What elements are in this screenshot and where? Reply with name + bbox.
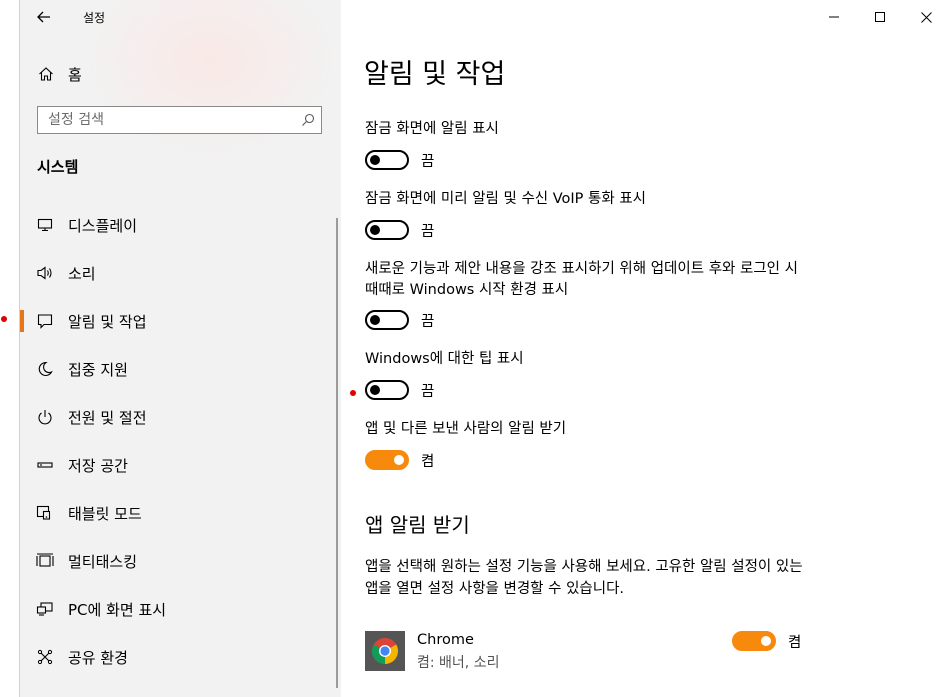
toggle-knob: [370, 315, 380, 325]
sidebar-item-label: 저장 공간: [68, 456, 128, 475]
app-notifications-toggle[interactable]: [365, 450, 409, 470]
section-description: 앱을 선택해 원하는 설정 기능을 사용해 보세요. 고유한 알림 설정이 있는…: [365, 559, 803, 597]
app-name: Chrome: [417, 632, 474, 648]
setting-label: 잠금 화면에 알림 표시: [365, 121, 499, 137]
sidebar-item-power[interactable]: 전원 및 절전: [20, 397, 341, 437]
toggle-state: 끔: [421, 154, 435, 170]
close-icon: [920, 11, 932, 23]
moon-icon: [35, 359, 55, 379]
toggle-knob: [394, 455, 404, 465]
toggle-knob: [370, 385, 380, 395]
sidebar-item-home[interactable]: 홈: [36, 62, 82, 86]
sidebar-item-label: 태블릿 모드: [68, 504, 142, 523]
toggle-state: 끔: [421, 384, 435, 400]
toggle-knob: [370, 155, 380, 165]
page-title: 알림 및 작업: [364, 59, 506, 90]
sidebar-item-focus-assist[interactable]: 집중 지원: [20, 349, 341, 389]
maximize-icon: [875, 12, 885, 22]
settings-window: 설정 홈 시스템 디스플레이: [19, 0, 948, 697]
search-icon[interactable]: [295, 113, 321, 127]
sidebar-scrollbar[interactable]: [336, 218, 338, 688]
notification-icon: [35, 311, 55, 331]
active-indicator: [20, 310, 24, 332]
toggle-state: 끔: [421, 224, 435, 240]
storage-icon: [35, 455, 55, 475]
sidebar: 설정 홈 시스템 디스플레이: [20, 0, 341, 697]
setting-label: 앱 및 다른 보낸 사람의 알림 받기: [365, 421, 567, 437]
lock-screen-notifications-toggle[interactable]: [365, 150, 409, 170]
sidebar-item-sound[interactable]: 소리: [20, 253, 341, 293]
multitasking-icon: [35, 551, 55, 571]
windows-tips-toggle[interactable]: [365, 380, 409, 400]
lock-screen-reminders-toggle[interactable]: [365, 220, 409, 240]
sidebar-item-notifications[interactable]: 알림 및 작업: [20, 301, 341, 341]
chrome-notifications-toggle[interactable]: [732, 631, 776, 651]
main-content: 알림 및 작업 잠금 화면에 알림 표시 끔 잠금 화면에 미리 알림 및 수신…: [341, 0, 948, 697]
setting-label: 새로운 기능과 제안 내용을 강조 표시하기 위해 업데이트 후와 로그인 시 …: [365, 261, 798, 298]
sidebar-item-tablet-mode[interactable]: 태블릿 모드: [20, 493, 341, 533]
sidebar-item-label: 소리: [68, 264, 96, 283]
power-icon: [35, 407, 55, 427]
welcome-experience-toggle[interactable]: [365, 310, 409, 330]
minimize-button[interactable]: [811, 0, 857, 34]
speaker-icon: [35, 263, 55, 283]
minimize-icon: [829, 16, 839, 18]
app-row-chrome[interactable]: Chrome 켬: 배너, 소리 켬: [365, 630, 805, 674]
section-heading: 앱 알림 받기: [365, 513, 470, 537]
sidebar-item-label: PC에 화면 표시: [68, 600, 167, 619]
chrome-icon: [365, 631, 405, 671]
sidebar-item-label: 알림 및 작업: [68, 312, 147, 331]
sidebar-item-multitasking[interactable]: 멀티태스킹: [20, 541, 341, 581]
home-label: 홈: [68, 65, 82, 84]
sidebar-item-label: 멀티태스킹: [68, 552, 138, 571]
toggle-knob: [761, 636, 771, 646]
back-arrow-icon: [37, 11, 50, 23]
toggle-state: 끔: [421, 314, 435, 330]
setting-label: Windows에 대한 팁 표시: [365, 351, 524, 367]
sidebar-item-shared-experiences[interactable]: 공유 환경: [20, 637, 341, 677]
sidebar-glow: [80, 0, 340, 160]
search-input[interactable]: [38, 111, 295, 129]
sidebar-item-label: 전원 및 절전: [68, 408, 147, 427]
shared-experiences-icon: [35, 647, 55, 667]
tablet-mode-icon: [35, 503, 55, 523]
toggle-state: 켬: [421, 454, 435, 470]
back-button[interactable]: [32, 6, 56, 28]
monitor-icon: [35, 215, 55, 235]
toggle-knob: [370, 225, 380, 235]
home-icon: [36, 66, 56, 82]
sidebar-item-display[interactable]: 디스플레이: [20, 205, 341, 245]
sidebar-item-label: 공유 환경: [68, 648, 128, 667]
setting-label: 잠금 화면에 미리 알림 및 수신 VoIP 통화 표시: [365, 191, 646, 207]
annotation-dot: [350, 390, 356, 396]
project-icon: [35, 599, 55, 619]
sidebar-item-label: 디스플레이: [68, 216, 138, 235]
annotation-dot-left: [1, 316, 7, 322]
app-status: 켬: 배너, 소리: [417, 655, 500, 671]
search-box[interactable]: [37, 106, 322, 134]
sidebar-item-storage[interactable]: 저장 공간: [20, 445, 341, 485]
sidebar-item-label: 집중 지원: [68, 360, 128, 379]
close-button[interactable]: [903, 0, 948, 34]
sidebar-item-project[interactable]: PC에 화면 표시: [20, 589, 341, 629]
window-controls: [811, 0, 948, 34]
maximize-button[interactable]: [857, 0, 903, 34]
toggle-state: 켬: [788, 635, 802, 651]
sidebar-section-title: 시스템: [37, 158, 79, 176]
app-title: 설정: [83, 11, 106, 25]
